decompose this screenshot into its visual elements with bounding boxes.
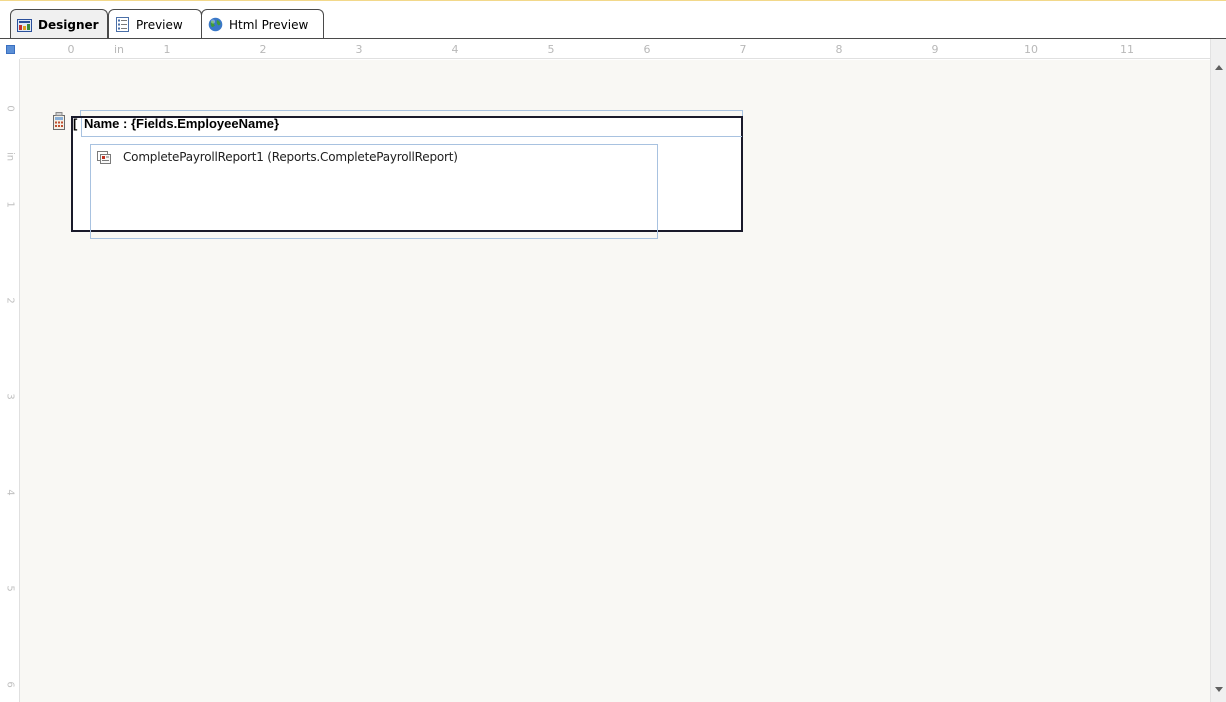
hruler-label-7: 7 — [739, 43, 747, 56]
vruler-label-4: 4 — [4, 489, 16, 496]
scroll-up-arrow-icon[interactable] — [1215, 65, 1223, 70]
hruler-label-9: 9 — [931, 43, 939, 56]
hruler-label-6: 6 — [643, 43, 651, 56]
group-bracket: [ — [73, 116, 78, 131]
subreport-icon — [97, 151, 111, 164]
tab-bar: Designer Preview Html Preview — [0, 1, 1226, 40]
hruler-label-5: 5 — [547, 43, 555, 56]
ruler-corner-square-icon — [6, 45, 15, 54]
group-header-left-edge — [81, 118, 82, 137]
tab-preview[interactable]: Preview — [108, 9, 202, 39]
group-calculator-icon[interactable] — [53, 112, 65, 130]
vruler-label-2: 2 — [4, 297, 16, 304]
hruler-label-11: 11 — [1120, 43, 1134, 56]
vertical-ruler: 0 in 1 2 3 4 5 6 — [0, 59, 20, 702]
tab-html-preview[interactable]: Html Preview — [201, 9, 324, 39]
hruler-label-10: 10 — [1024, 43, 1038, 56]
tab-designer[interactable]: Designer — [10, 9, 108, 40]
group-header-textbox[interactable]: Name : {Fields.EmployeeName} — [84, 116, 279, 131]
hruler-label-2: 2 — [259, 43, 267, 56]
designer-icon — [17, 18, 32, 32]
hruler-label-0: 0 — [67, 43, 75, 56]
hruler-label-8: 8 — [835, 43, 843, 56]
vruler-label-0: 0 — [4, 105, 16, 112]
hruler-label-4: 4 — [451, 43, 459, 56]
hruler-label-3: 3 — [355, 43, 363, 56]
vertical-scrollbar[interactable] — [1210, 39, 1226, 702]
horizontal-ruler: 0 in 1 2 3 4 5 6 7 8 9 10 11 — [20, 39, 1210, 59]
hruler-unit: in — [113, 43, 125, 56]
globe-icon — [208, 17, 223, 32]
hruler-label-1: 1 — [163, 43, 171, 56]
tab-preview-label: Preview — [136, 17, 183, 32]
vruler-label-5: 5 — [4, 585, 16, 592]
scroll-down-arrow-icon[interactable] — [1215, 687, 1223, 692]
group-header-separator — [81, 136, 742, 137]
vruler-unit: in — [4, 151, 16, 162]
subreport-label: CompletePayrollReport1 (Reports.Complete… — [123, 150, 458, 164]
tab-designer-label: Designer — [38, 18, 99, 32]
vruler-label-3: 3 — [4, 393, 16, 400]
ruler-corner[interactable] — [0, 39, 20, 59]
preview-icon — [116, 17, 129, 32]
vruler-label-6: 6 — [4, 681, 16, 688]
vruler-label-1: 1 — [4, 201, 16, 208]
tab-html-preview-label: Html Preview — [229, 17, 309, 32]
